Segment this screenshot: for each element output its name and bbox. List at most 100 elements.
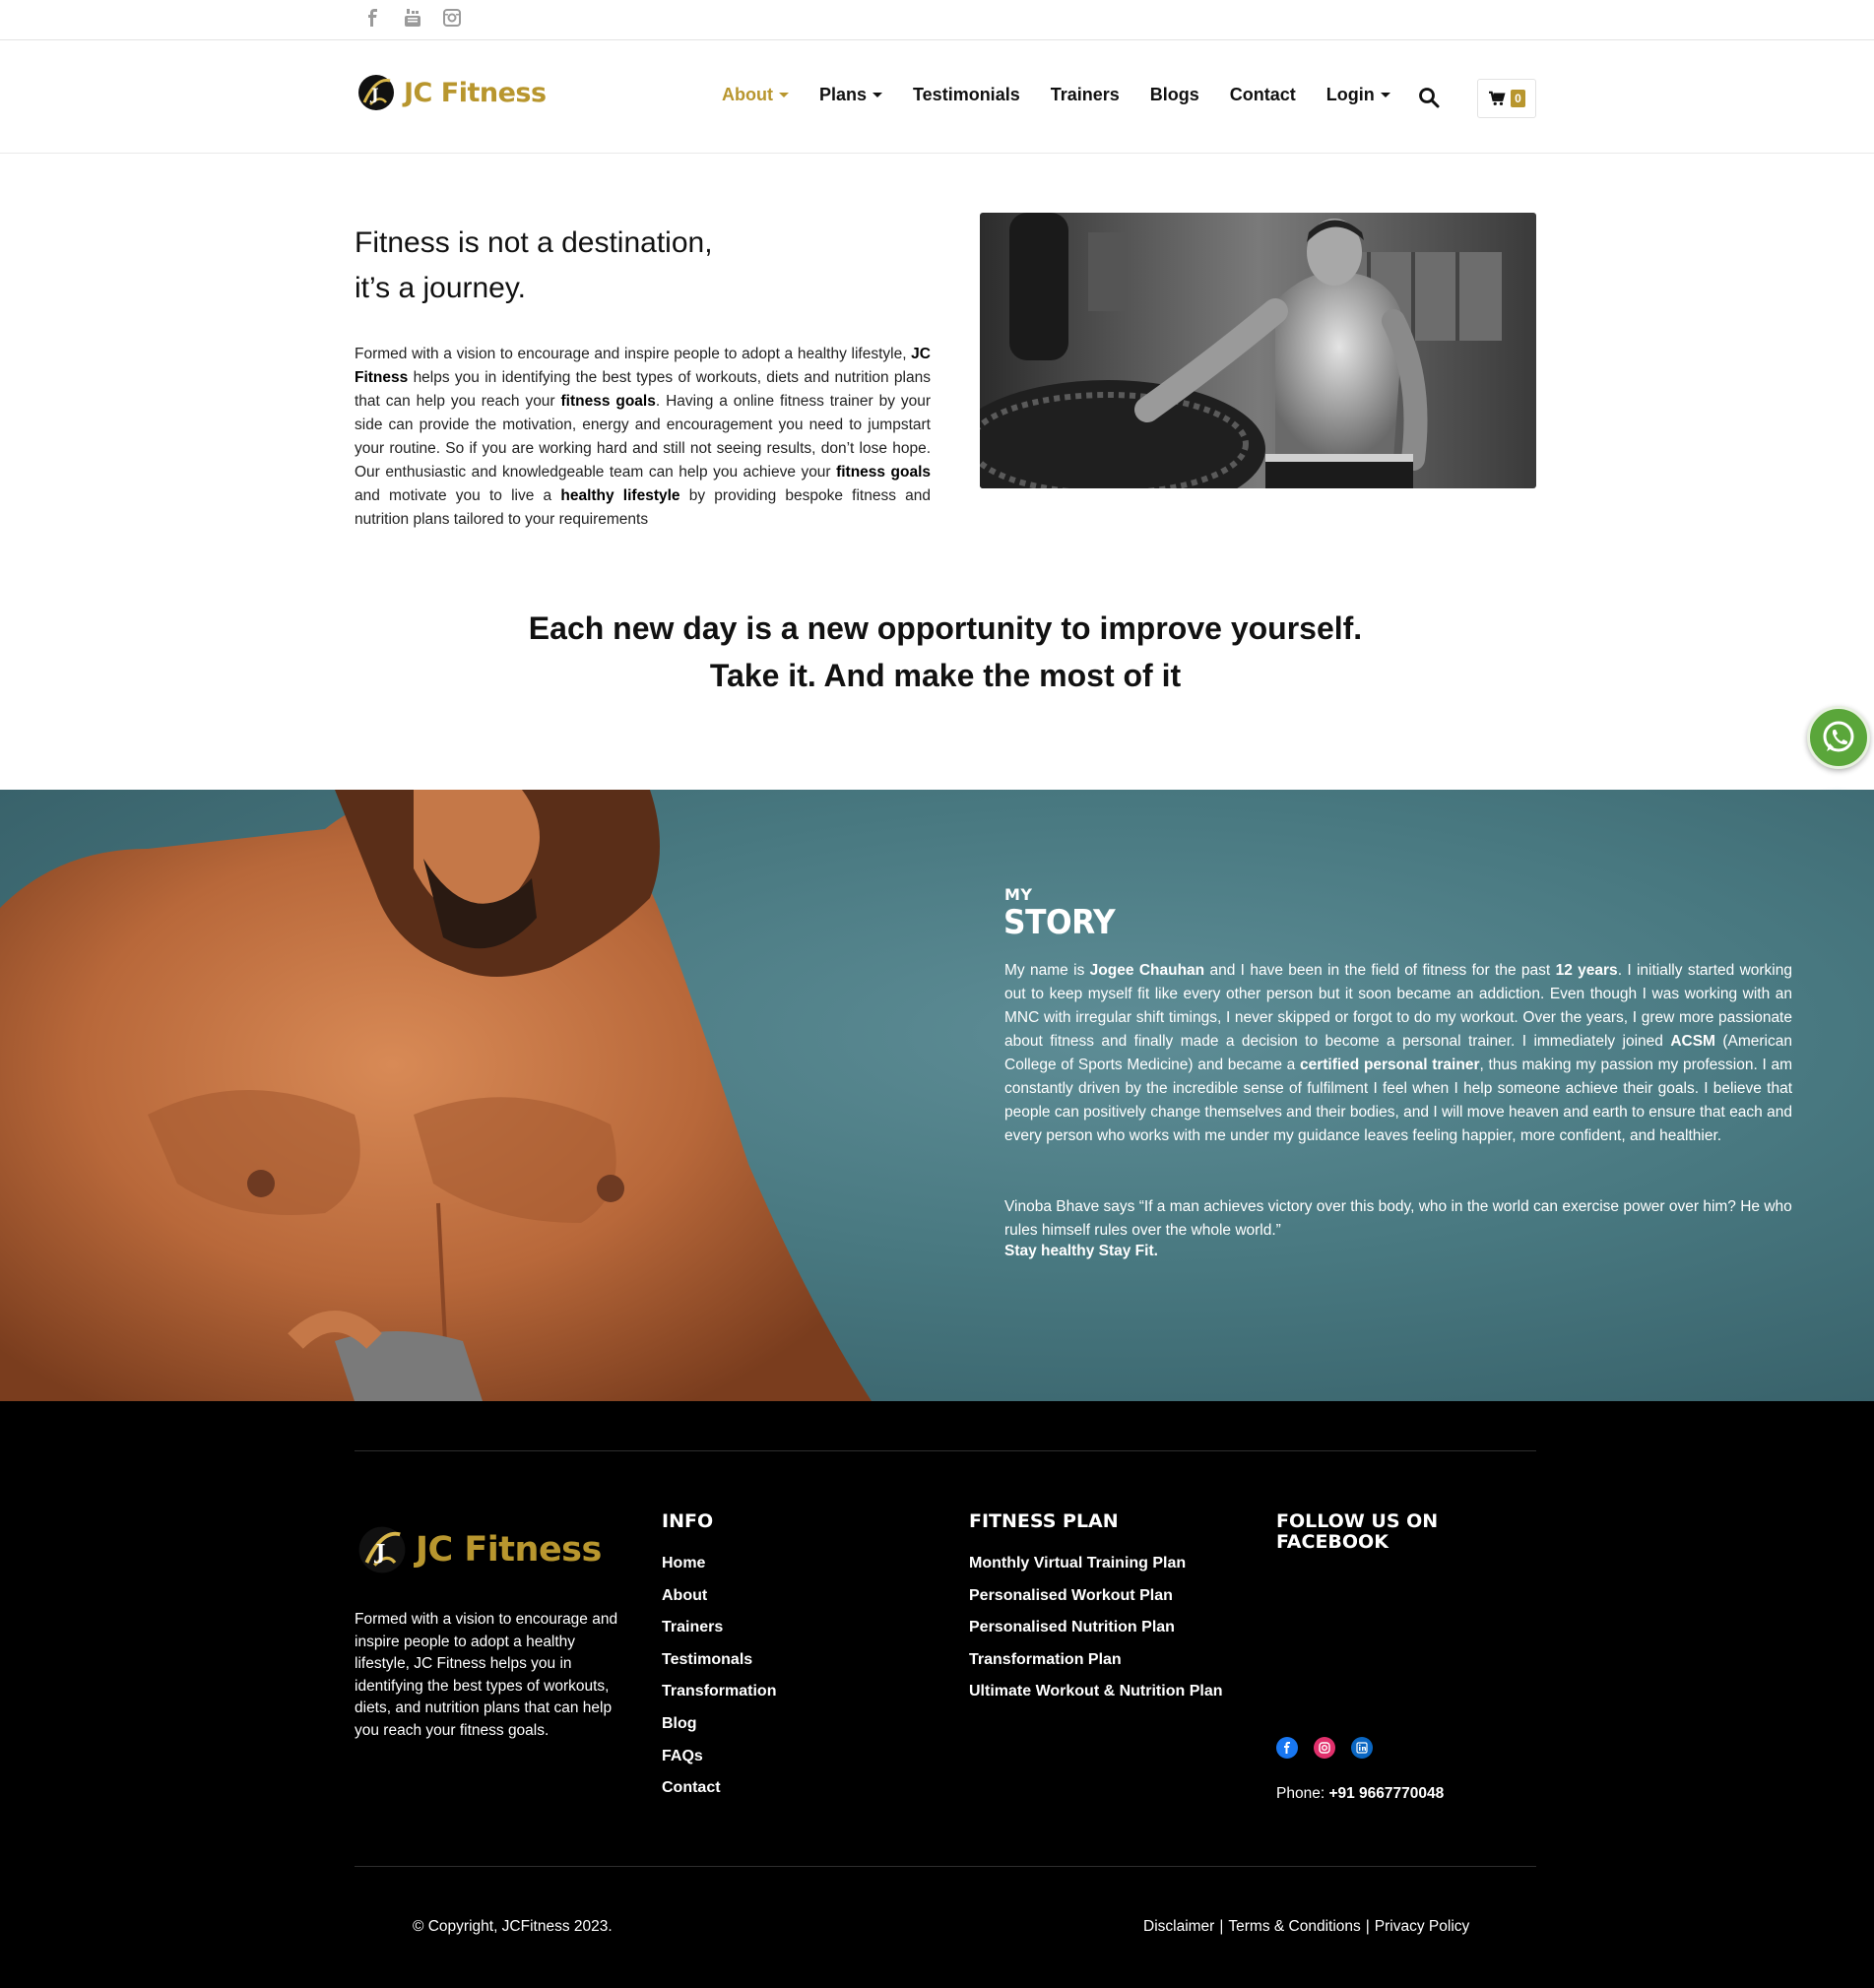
phone-number-link[interactable]: +91 9667770048 <box>1328 1785 1444 1802</box>
footer-info-links: Home About Trainers Testimonals Transfor… <box>662 1554 776 1811</box>
footer-link-trainers[interactable]: Trainers <box>662 1618 776 1650</box>
disclaimer-link[interactable]: Disclaimer <box>1143 1918 1214 1936</box>
footer-plan-links: Monthly Virtual Training Plan Personalis… <box>969 1554 1222 1714</box>
terms-link[interactable]: Terms & Conditions <box>1228 1918 1360 1936</box>
footer-divider <box>355 1450 1536 1451</box>
main-nav: About Plans Testimonials Trainers Blogs … <box>722 85 1421 105</box>
story-bold-run: 12 years <box>1555 962 1618 979</box>
story-text-run: and I have been in the field of fitness … <box>1204 962 1556 979</box>
jc-logo-mark-icon: J <box>358 1526 406 1573</box>
instagram-icon[interactable] <box>1314 1737 1335 1759</box>
phone-label: Phone: <box>1276 1785 1329 1802</box>
top-social-bar <box>0 0 1874 40</box>
intro-bold-run: healthy lifestyle <box>560 487 680 504</box>
site-header: J JC Fitness About Plans Testimonials Tr… <box>0 40 1874 154</box>
chevron-down-icon <box>778 93 789 97</box>
story-bold-run: Jogee Chauhan <box>1089 962 1205 979</box>
jc-logo-mark-icon: J <box>358 75 394 110</box>
legal-links: Disclaimer | Terms & Conditions | Privac… <box>1143 1918 1469 1936</box>
motivational-quote: Each new day is a new opportunity to imp… <box>0 605 1874 699</box>
whatsapp-icon <box>1823 721 1854 752</box>
trainer-gym-photo <box>980 213 1536 488</box>
intro-text-run: and motivate you to live a <box>355 487 561 504</box>
nav-item-login[interactable]: Login <box>1326 85 1390 105</box>
copyright-text: © Copyright, JCFitness 2023. <box>413 1918 613 1935</box>
nav-item-plans[interactable]: Plans <box>818 85 883 105</box>
nav-item-trainers[interactable]: Trainers <box>1051 85 1120 105</box>
svg-text:J: J <box>374 1539 386 1564</box>
story-paragraph: My name is Jogee Chauhan and I have been… <box>1004 959 1792 1148</box>
nav-item-label: Plans <box>818 85 868 104</box>
nav-item-testimonials[interactable]: Testimonials <box>913 85 1020 105</box>
footer-link-testimonals[interactable]: Testimonals <box>662 1650 776 1683</box>
trainer-portrait-image <box>0 790 872 1401</box>
footer-link-monthly-virtual-training[interactable]: Monthly Virtual Training Plan <box>969 1554 1222 1586</box>
footer-link-personalised-workout[interactable]: Personalised Workout Plan <box>969 1586 1222 1619</box>
footer-follow-title-line: FOLLOW US ON <box>1276 1510 1439 1532</box>
intro-bold-run: fitness goals <box>560 393 656 410</box>
youtube-icon[interactable] <box>404 8 421 30</box>
nav-item-blogs[interactable]: Blogs <box>1150 85 1199 105</box>
chevron-down-icon <box>872 93 883 97</box>
footer-link-home[interactable]: Home <box>662 1554 776 1586</box>
story-signoff: Stay healthy Stay Fit. <box>1004 1243 1158 1259</box>
legal-separator: | <box>1365 1918 1370 1935</box>
intro-bold-run: fitness goals <box>836 464 931 481</box>
chevron-down-icon <box>1380 93 1390 97</box>
story-kicker: MY <box>1004 885 1033 904</box>
quote-line: Each new day is a new opportunity to imp… <box>528 610 1363 646</box>
footer-phone: Phone: +91 9667770048 <box>1276 1785 1444 1803</box>
cart-icon <box>1489 91 1506 105</box>
nav-item-contact[interactable]: Contact <box>1230 85 1296 105</box>
story-quote: Vinoba Bhave says “If a man achieves vic… <box>1004 1198 1792 1239</box>
nav-item-label: Login <box>1325 85 1375 104</box>
cart-count-badge: 0 <box>1511 90 1525 107</box>
footer-link-contact[interactable]: Contact <box>662 1778 776 1811</box>
footer-link-faqs[interactable]: FAQs <box>662 1747 776 1779</box>
story-text-run: My name is <box>1004 962 1090 979</box>
site-logo[interactable]: J JC Fitness <box>356 73 547 112</box>
story-bold-run: certified personal trainer <box>1299 1057 1480 1073</box>
footer-plan-title: FITNESS PLAN <box>969 1510 1119 1532</box>
footer-social-links <box>1276 1737 1373 1759</box>
my-story-section: MY STORY My name is Jogee Chauhan and I … <box>0 790 1874 1401</box>
legal-separator: | <box>1219 1918 1224 1935</box>
quote-line: Take it. And make the most of it <box>709 658 1182 693</box>
nav-item-label: Blogs <box>1149 85 1199 104</box>
nav-item-label: About <box>722 85 773 104</box>
logo-text: JC Fitness <box>404 77 547 108</box>
intro-text-run: Formed with a vision to encourage and in… <box>355 346 912 362</box>
cart-button[interactable]: 0 <box>1477 79 1536 118</box>
intro-heading-line: it’s a journey. <box>355 272 526 304</box>
footer-follow-title-line: FACEBOOK <box>1276 1531 1389 1553</box>
nav-item-label: Trainers <box>1050 85 1120 104</box>
facebook-icon[interactable] <box>364 8 382 30</box>
site-footer: J JC Fitness Formed with a vision to enc… <box>0 1401 1874 1988</box>
intro-heading: Fitness is not a destination, it’s a jou… <box>355 221 945 311</box>
nav-item-about[interactable]: About <box>722 85 789 105</box>
footer-info-title: INFO <box>662 1510 714 1532</box>
instagram-icon[interactable] <box>443 8 461 30</box>
search-button[interactable] <box>1418 87 1440 108</box>
footer-logo-text: JC Fitness <box>416 1530 602 1570</box>
svg-text:J: J <box>369 85 379 103</box>
footer-link-transformation[interactable]: Transformation <box>662 1682 776 1714</box>
story-bold-run: ACSM <box>1670 1033 1715 1050</box>
footer-link-personalised-nutrition[interactable]: Personalised Nutrition Plan <box>969 1618 1222 1650</box>
privacy-link[interactable]: Privacy Policy <box>1375 1918 1469 1936</box>
linkedin-icon[interactable] <box>1351 1737 1373 1759</box>
footer-link-blog[interactable]: Blog <box>662 1714 776 1747</box>
footer-follow-title: FOLLOW US ON FACEBOOK <box>1276 1511 1438 1553</box>
story-title: STORY <box>1003 903 1116 942</box>
footer-link-about[interactable]: About <box>662 1586 776 1619</box>
search-icon <box>1419 88 1440 108</box>
nav-item-label: Contact <box>1229 85 1296 104</box>
footer-logo[interactable]: J JC Fitness <box>356 1524 602 1575</box>
facebook-icon[interactable] <box>1276 1737 1298 1759</box>
footer-link-ultimate-plan[interactable]: Ultimate Workout & Nutrition Plan <box>969 1682 1222 1714</box>
footer-divider <box>355 1866 1536 1867</box>
whatsapp-button[interactable] <box>1807 706 1870 769</box>
footer-link-transformation-plan[interactable]: Transformation Plan <box>969 1650 1222 1683</box>
footer-description: Formed with a vision to encourage and in… <box>355 1611 618 1739</box>
top-social-links <box>364 8 461 30</box>
